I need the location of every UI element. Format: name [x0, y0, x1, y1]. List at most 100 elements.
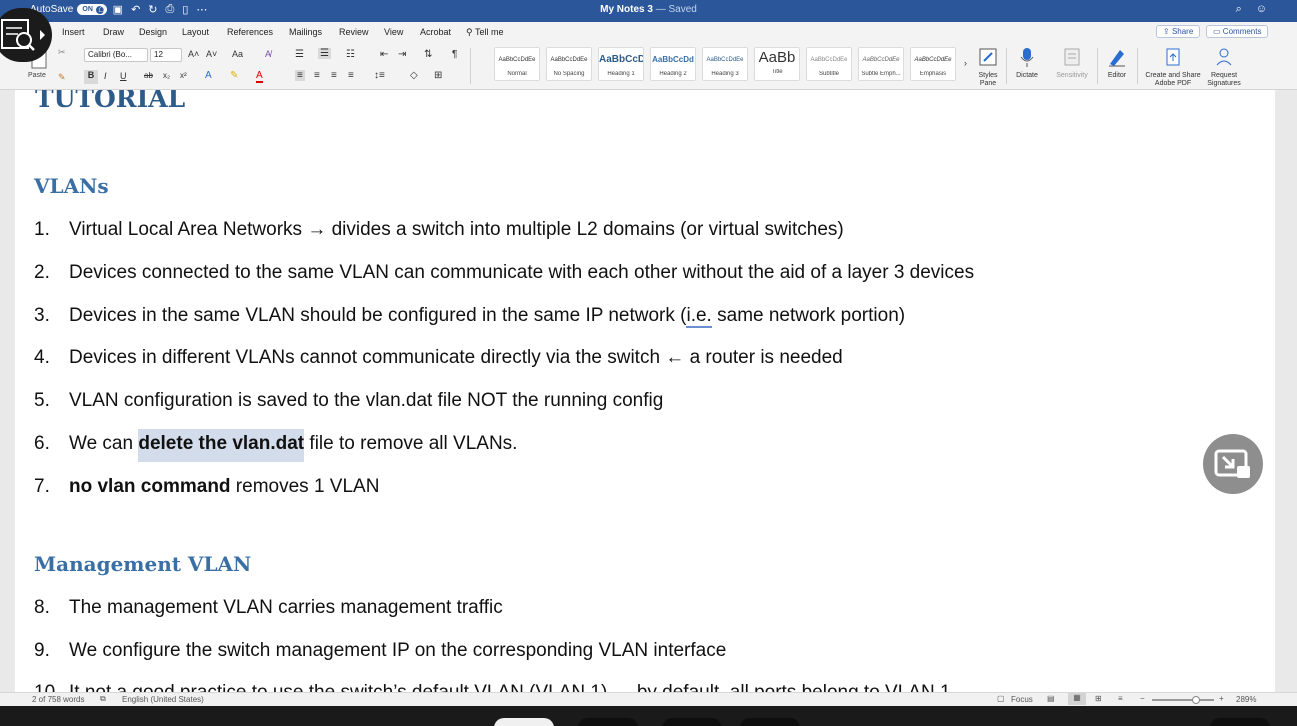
search-icon[interactable]: ⌕ [1236, 3, 1242, 16]
focus-label[interactable]: Focus [1011, 695, 1033, 704]
line-spacing-icon[interactable]: ↕≡ [374, 70, 385, 81]
focus-icon[interactable]: ▢ [997, 694, 1005, 703]
tab-references[interactable]: References [227, 27, 273, 37]
clear-format-icon[interactable]: A̸ [265, 49, 271, 59]
list-item: 10.It not a good practice to use the swi… [34, 682, 951, 692]
increase-indent-icon[interactable]: ⇥ [398, 49, 406, 60]
microphone-icon [1020, 48, 1034, 67]
list-item: 5. VLAN configuration is saved to the vla… [34, 390, 664, 411]
decrease-indent-icon[interactable]: ⇤ [380, 49, 388, 60]
grow-font-icon[interactable]: A˄ [188, 49, 199, 59]
divider [1137, 48, 1138, 84]
list-item: 3. Devices in the same VLAN should be con… [34, 305, 906, 328]
style-heading-3[interactable]: AaBbCcDdEe Heading 3 [702, 47, 748, 81]
style-subtitle[interactable]: AaBbCcDdEe Subtitle [806, 47, 852, 81]
shrink-font-icon[interactable]: A˅ [206, 49, 217, 59]
tab-review[interactable]: Review [339, 27, 369, 37]
zoom-in-icon[interactable]: + [1219, 694, 1224, 703]
italic-icon[interactable]: I [104, 71, 107, 81]
font-color-icon[interactable]: A [256, 70, 263, 83]
tab-acrobat[interactable]: Acrobat [420, 27, 451, 37]
editor-button[interactable]: Editor [1102, 46, 1132, 80]
zoom-out-icon[interactable]: − [1140, 694, 1145, 703]
bold-icon[interactable]: B [84, 70, 98, 84]
editor-icon [1109, 50, 1125, 67]
style-emphasis[interactable]: AaBbCcDdEe Emphasis [910, 47, 956, 81]
strikethrough-icon[interactable]: ab [144, 71, 153, 80]
bullets-icon[interactable]: ☰ [295, 49, 304, 60]
style-normal[interactable]: AaBbCcDdEe Normal [494, 47, 540, 81]
dictate-button[interactable]: Dictate [1012, 46, 1042, 80]
create-share-pdf-button[interactable]: Create and Share Adobe PDF [1142, 46, 1204, 88]
selected-text[interactable]: delete the vlan.dat [138, 429, 305, 462]
justify-icon[interactable]: ≡ [348, 70, 354, 81]
superscript-icon[interactable]: x² [180, 71, 187, 80]
align-center-icon[interactable]: ≡ [314, 70, 320, 81]
cut-icon[interactable]: ✂ [58, 47, 66, 58]
tab-draw[interactable]: Draw [103, 27, 124, 37]
print-layout-icon[interactable]: ▦ [1068, 693, 1086, 705]
document-area[interactable]: TUTORIAL VLANs 1. Virtual Local Area Netw… [0, 90, 1297, 692]
font-name-select[interactable]: Calibri (Bo... [84, 48, 148, 62]
style-subtle-emphasis[interactable]: AaBbCcDdEe Subtle Emph... [858, 47, 904, 81]
list-item: 7. no vlan command removes 1 VLAN [34, 476, 380, 497]
zoom-level[interactable]: 289% [1236, 695, 1256, 704]
align-left-icon[interactable]: ≡ [295, 70, 305, 81]
account-icon[interactable]: ☺ [1256, 3, 1267, 16]
language[interactable]: English (United States) [122, 695, 204, 704]
share-button[interactable]: ⇪ Share [1156, 25, 1201, 38]
zoom-slider-thumb[interactable] [1192, 696, 1200, 704]
style-heading-1[interactable]: AaBbCcD Heading 1 [598, 47, 644, 81]
highlight-icon[interactable]: ✎ [230, 70, 238, 81]
video-thumbnail [578, 718, 638, 726]
tab-insert[interactable]: Insert [62, 27, 85, 37]
list-item: 4. Devices in different VLANs cannot comm… [34, 347, 843, 368]
signature-icon [1216, 48, 1232, 66]
change-case-icon[interactable]: Aa [232, 49, 243, 59]
comment-icon: ▭ [1213, 27, 1221, 36]
screen-zoom-tool[interactable] [0, 8, 52, 62]
video-thumbnail [662, 718, 722, 726]
tab-view[interactable]: View [384, 27, 403, 37]
picture-in-picture-button[interactable] [1203, 434, 1263, 494]
subscript-icon[interactable]: x₂ [163, 71, 170, 80]
styles-pane-icon [979, 48, 997, 66]
numbering-icon[interactable]: ☰ [318, 48, 331, 59]
video-thumbnail [1210, 718, 1270, 726]
read-mode-icon[interactable]: ▤ [1047, 694, 1055, 703]
tell-me[interactable]: ⚲ Tell me [466, 27, 503, 38]
comments-button[interactable]: ▭ Comments [1206, 25, 1269, 38]
status-bar: 2 of 758 words ⧉ English (United States)… [0, 692, 1297, 706]
multilevel-list-icon[interactable]: ☷ [346, 49, 355, 60]
tab-layout[interactable]: Layout [182, 27, 209, 37]
font-size-select[interactable]: 12 [150, 48, 182, 62]
underline-icon[interactable]: U [120, 71, 127, 81]
show-marks-icon[interactable]: ¶ [452, 49, 457, 60]
shading-icon[interactable]: ◇ [410, 70, 418, 81]
tab-mailings[interactable]: Mailings [289, 27, 322, 37]
tab-design[interactable]: Design [139, 27, 167, 37]
web-layout-icon[interactable]: ⊞ [1095, 694, 1102, 703]
style-no-spacing[interactable]: AaBbCcDdEe No Spacing [546, 47, 592, 81]
styles-pane-button[interactable]: Styles Pane [974, 46, 1002, 88]
sensitivity-button[interactable]: Sensitivity [1052, 46, 1092, 80]
sensitivity-icon [1064, 48, 1080, 66]
format-painter-icon[interactable]: ✎ [58, 72, 66, 83]
style-title[interactable]: AaBb Title [754, 47, 800, 81]
align-right-icon[interactable]: ≡ [331, 70, 337, 81]
style-heading-2[interactable]: AaBbCcDd Heading 2 [650, 47, 696, 81]
styles-more-icon[interactable]: › [964, 58, 967, 68]
sort-icon[interactable]: ⇅ [424, 49, 432, 60]
section-heading-vlans: VLANs [34, 174, 109, 198]
outline-icon[interactable]: ≡ [1118, 694, 1123, 703]
zoom-slider[interactable] [1152, 696, 1214, 704]
borders-icon[interactable]: ⊞ [434, 70, 442, 81]
list-item: 6. We can delete the vlan.dat file to rem… [34, 429, 517, 462]
word-count[interactable]: 2 of 758 words [32, 695, 84, 704]
exit-fullscreen-icon [1214, 449, 1250, 478]
request-signatures-button[interactable]: Request Signatures [1204, 46, 1244, 88]
text-effects-icon[interactable]: A [205, 70, 212, 81]
document-page[interactable]: TUTORIAL VLANs 1. Virtual Local Area Netw… [15, 90, 1275, 692]
pdf-share-icon [1166, 48, 1180, 66]
proofing-icon[interactable]: ⧉ [100, 694, 106, 704]
